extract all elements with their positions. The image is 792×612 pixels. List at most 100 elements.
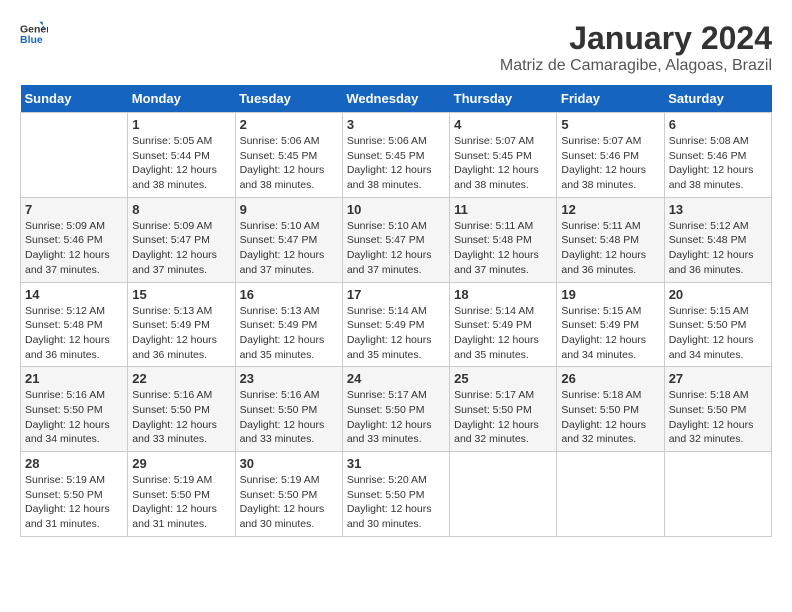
- day-info: Sunrise: 5:12 AM Sunset: 5:48 PM Dayligh…: [669, 219, 767, 278]
- calendar-cell: 2 Sunrise: 5:06 AM Sunset: 5:45 PM Daylig…: [235, 113, 342, 198]
- calendar-cell: [664, 452, 771, 537]
- calendar-cell: 18Sunrise: 5:14 AM Sunset: 5:49 PM Dayli…: [450, 282, 557, 367]
- calendar-cell: 14 Sunrise: 5:12 AM Sunset: 5:48 PM Dayli…: [21, 282, 128, 367]
- calendar-header-row: SundayMondayTuesdayWednesdayThursdayFrid…: [21, 85, 772, 113]
- day-info: Sunrise: 5:17 AM Sunset: 5:50 PM Dayligh…: [454, 388, 552, 447]
- day-info: Sunrise: 5:16 AM Sunset: 5:50 PM Dayligh…: [132, 388, 230, 447]
- day-number: 13: [669, 202, 767, 217]
- location-subtitle: Matriz de Camaragibe, Alagoas, Brazil: [500, 57, 772, 75]
- day-number: 30: [240, 456, 338, 471]
- day-info: Sunrise: 5:18 AM Sunset: 5:50 PM Dayligh…: [561, 388, 659, 447]
- day-info: Sunrise: 5:13 AM Sunset: 5:49 PM Dayligh…: [240, 304, 338, 363]
- calendar-cell: 11 Sunrise: 5:11 AM Sunset: 5:48 PM Dayli…: [450, 197, 557, 282]
- day-number: 26: [561, 371, 659, 386]
- day-number: 6: [669, 117, 767, 132]
- title-block: January 2024 Matriz de Camaragibe, Alago…: [500, 20, 772, 75]
- day-of-week-header: Wednesday: [342, 85, 449, 113]
- day-number: 8: [132, 202, 230, 217]
- day-info: Sunrise: 5:14 AM Sunset: 5:49 PM Dayligh…: [454, 304, 552, 363]
- day-info: Sunrise: 5:18 AM Sunset: 5:50 PM Dayligh…: [669, 388, 767, 447]
- day-number: 11: [454, 202, 552, 217]
- day-info: Sunrise: 5:05 AM Sunset: 5:44 PM Dayligh…: [132, 134, 230, 193]
- calendar-cell: 28 Sunrise: 5:19 AM Sunset: 5:50 PM Dayli…: [21, 452, 128, 537]
- calendar-cell: 19Sunrise: 5:15 AM Sunset: 5:49 PM Dayli…: [557, 282, 664, 367]
- day-number: 14: [25, 287, 123, 302]
- day-info: Sunrise: 5:11 AM Sunset: 5:48 PM Dayligh…: [561, 219, 659, 278]
- day-number: 12: [561, 202, 659, 217]
- day-info: Sunrise: 5:07 AM Sunset: 5:45 PM Dayligh…: [454, 134, 552, 193]
- calendar-cell: 31 Sunrise: 5:20 AM Sunset: 5:50 PM Dayli…: [342, 452, 449, 537]
- logo: General Blue: [20, 20, 48, 48]
- day-of-week-header: Friday: [557, 85, 664, 113]
- day-number: 15: [132, 287, 230, 302]
- day-number: 20: [669, 287, 767, 302]
- day-info: Sunrise: 5:07 AM Sunset: 5:46 PM Dayligh…: [561, 134, 659, 193]
- day-of-week-header: Monday: [128, 85, 235, 113]
- day-info: Sunrise: 5:12 AM Sunset: 5:48 PM Dayligh…: [25, 304, 123, 363]
- calendar-cell: 20 Sunrise: 5:15 AM Sunset: 5:50 PM Dayli…: [664, 282, 771, 367]
- calendar-body: 1 Sunrise: 5:05 AM Sunset: 5:44 PM Daylig…: [21, 113, 772, 537]
- calendar-cell: [21, 113, 128, 198]
- day-info: Sunrise: 5:10 AM Sunset: 5:47 PM Dayligh…: [347, 219, 445, 278]
- day-info: Sunrise: 5:10 AM Sunset: 5:47 PM Dayligh…: [240, 219, 338, 278]
- day-info: Sunrise: 5:19 AM Sunset: 5:50 PM Dayligh…: [25, 473, 123, 532]
- day-info: Sunrise: 5:20 AM Sunset: 5:50 PM Dayligh…: [347, 473, 445, 532]
- day-number: 4: [454, 117, 552, 132]
- svg-text:Blue: Blue: [20, 34, 43, 46]
- calendar-cell: [557, 452, 664, 537]
- calendar-week-row: 14 Sunrise: 5:12 AM Sunset: 5:48 PM Dayli…: [21, 282, 772, 367]
- day-of-week-header: Saturday: [664, 85, 771, 113]
- day-number: 22: [132, 371, 230, 386]
- day-info: Sunrise: 5:13 AM Sunset: 5:49 PM Dayligh…: [132, 304, 230, 363]
- day-info: Sunrise: 5:19 AM Sunset: 5:50 PM Dayligh…: [132, 473, 230, 532]
- day-number: 1: [132, 117, 230, 132]
- calendar-week-row: 7 Sunrise: 5:09 AM Sunset: 5:46 PM Daylig…: [21, 197, 772, 282]
- day-info: Sunrise: 5:16 AM Sunset: 5:50 PM Dayligh…: [25, 388, 123, 447]
- calendar-cell: 17 Sunrise: 5:14 AM Sunset: 5:49 PM Dayli…: [342, 282, 449, 367]
- day-info: Sunrise: 5:06 AM Sunset: 5:45 PM Dayligh…: [240, 134, 338, 193]
- calendar-cell: 26 Sunrise: 5:18 AM Sunset: 5:50 PM Dayli…: [557, 367, 664, 452]
- calendar-cell: 25Sunrise: 5:17 AM Sunset: 5:50 PM Dayli…: [450, 367, 557, 452]
- day-of-week-header: Thursday: [450, 85, 557, 113]
- day-number: 21: [25, 371, 123, 386]
- calendar-cell: 21 Sunrise: 5:16 AM Sunset: 5:50 PM Dayli…: [21, 367, 128, 452]
- day-number: 31: [347, 456, 445, 471]
- day-info: Sunrise: 5:16 AM Sunset: 5:50 PM Dayligh…: [240, 388, 338, 447]
- day-number: 17: [347, 287, 445, 302]
- day-info: Sunrise: 5:08 AM Sunset: 5:46 PM Dayligh…: [669, 134, 767, 193]
- day-info: Sunrise: 5:15 AM Sunset: 5:50 PM Dayligh…: [669, 304, 767, 363]
- day-info: Sunrise: 5:19 AM Sunset: 5:50 PM Dayligh…: [240, 473, 338, 532]
- calendar-cell: 9 Sunrise: 5:10 AM Sunset: 5:47 PM Daylig…: [235, 197, 342, 282]
- calendar-table: SundayMondayTuesdayWednesdayThursdayFrid…: [20, 85, 772, 537]
- calendar-cell: 30 Sunrise: 5:19 AM Sunset: 5:50 PM Dayli…: [235, 452, 342, 537]
- calendar-week-row: 21 Sunrise: 5:16 AM Sunset: 5:50 PM Dayli…: [21, 367, 772, 452]
- page-header: General Blue January 2024 Matriz de Cama…: [20, 20, 772, 75]
- calendar-week-row: 28 Sunrise: 5:19 AM Sunset: 5:50 PM Dayli…: [21, 452, 772, 537]
- day-info: Sunrise: 5:11 AM Sunset: 5:48 PM Dayligh…: [454, 219, 552, 278]
- calendar-cell: 8Sunrise: 5:09 AM Sunset: 5:47 PM Daylig…: [128, 197, 235, 282]
- calendar-cell: 12 Sunrise: 5:11 AM Sunset: 5:48 PM Dayli…: [557, 197, 664, 282]
- calendar-cell: [450, 452, 557, 537]
- calendar-cell: 7 Sunrise: 5:09 AM Sunset: 5:46 PM Daylig…: [21, 197, 128, 282]
- calendar-week-row: 1 Sunrise: 5:05 AM Sunset: 5:44 PM Daylig…: [21, 113, 772, 198]
- calendar-cell: 10 Sunrise: 5:10 AM Sunset: 5:47 PM Dayli…: [342, 197, 449, 282]
- day-number: 16: [240, 287, 338, 302]
- day-info: Sunrise: 5:15 AM Sunset: 5:49 PM Dayligh…: [561, 304, 659, 363]
- day-number: 28: [25, 456, 123, 471]
- day-number: 10: [347, 202, 445, 217]
- day-info: Sunrise: 5:14 AM Sunset: 5:49 PM Dayligh…: [347, 304, 445, 363]
- day-number: 2: [240, 117, 338, 132]
- day-number: 7: [25, 202, 123, 217]
- calendar-cell: 5Sunrise: 5:07 AM Sunset: 5:46 PM Daylig…: [557, 113, 664, 198]
- day-number: 23: [240, 371, 338, 386]
- day-info: Sunrise: 5:17 AM Sunset: 5:50 PM Dayligh…: [347, 388, 445, 447]
- day-number: 9: [240, 202, 338, 217]
- day-of-week-header: Sunday: [21, 85, 128, 113]
- calendar-cell: 15 Sunrise: 5:13 AM Sunset: 5:49 PM Dayli…: [128, 282, 235, 367]
- calendar-cell: 22 Sunrise: 5:16 AM Sunset: 5:50 PM Dayli…: [128, 367, 235, 452]
- day-info: Sunrise: 5:09 AM Sunset: 5:46 PM Dayligh…: [25, 219, 123, 278]
- calendar-cell: 6 Sunrise: 5:08 AM Sunset: 5:46 PM Daylig…: [664, 113, 771, 198]
- calendar-cell: 27Sunrise: 5:18 AM Sunset: 5:50 PM Dayli…: [664, 367, 771, 452]
- calendar-cell: 16 Sunrise: 5:13 AM Sunset: 5:49 PM Dayli…: [235, 282, 342, 367]
- calendar-cell: 4 Sunrise: 5:07 AM Sunset: 5:45 PM Daylig…: [450, 113, 557, 198]
